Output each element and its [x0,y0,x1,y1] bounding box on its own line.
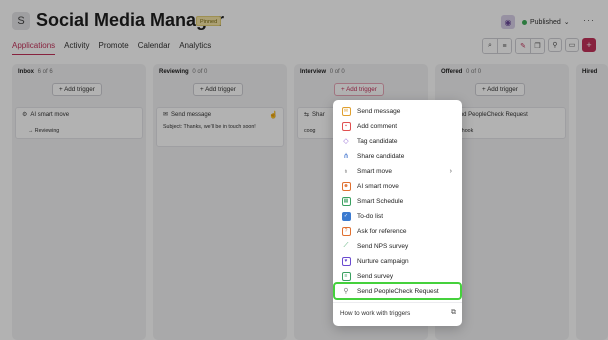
calendar-icon: ▦ [341,196,351,206]
heart-icon: ♥ [341,256,351,266]
menu-item-label: Send survey [357,272,394,280]
menu-item-smart-move[interactable]: ♁ Smart move › [335,164,460,178]
modal-backdrop[interactable] [0,0,608,340]
menu-item-label: Smart move [357,167,393,175]
menu-item-label: Smart Schedule [357,197,404,205]
help-link[interactable]: How to work with triggers ⧉ [340,309,456,317]
chevron-right-icon: › [449,167,452,175]
question-icon: ? [341,226,351,236]
menu-item-share-candidate[interactable]: ⋔ Share candidate [335,149,460,163]
menu-item-label: Nurture campaign [357,257,409,265]
external-link-icon: ⧉ [451,309,456,316]
envelope-icon: ✉ [341,106,351,116]
bulb-icon: ♁ [343,167,349,175]
menu-item-send-peoplecheck-request[interactable]: ⚲ Send PeopleCheck Request [333,282,462,300]
help-link-label: How to work with triggers [340,309,411,317]
menu-item-smart-schedule[interactable]: ▦ Smart Schedule [335,194,460,208]
menu-item-send-survey[interactable]: ≡ Send survey [335,269,460,283]
menu-item-label: Share candidate [357,152,405,160]
menu-item-label: Send message [357,107,401,115]
checkbox-icon: ✓ [341,211,351,221]
tag-icon: ◇ [343,138,349,145]
menu-item-label: Send NPS survey [357,242,409,250]
robot-icon: ☻ [341,181,351,191]
menu-item-tag-candidate[interactable]: ◇ Tag candidate [335,134,460,148]
add-trigger-menu: ✉ Send message ▪ Add comment ◇ Tag candi… [333,100,462,326]
menu-item-add-comment[interactable]: ▪ Add comment [335,119,460,133]
menu-divider [333,302,462,303]
menu-item-label: AI smart move [357,182,399,190]
menu-item-send-nps-survey[interactable]: ⟋ Send NPS survey [335,239,460,253]
menu-item-ask-for-reference[interactable]: ? Ask for reference [335,224,460,238]
menu-item-nurture-campaign[interactable]: ♥ Nurture campaign [335,254,460,268]
menu-item-label: Add comment [357,122,398,130]
chart-icon: ⟋ [343,242,349,249]
share-icon: ⋔ [343,153,349,160]
menu-item-label: Send PeopleCheck Request [357,287,439,295]
comment-icon: ▪ [341,121,351,131]
menu-item-label: Tag candidate [357,137,398,145]
menu-item-send-message[interactable]: ✉ Send message [335,104,460,118]
menu-item-todo-list[interactable]: ✓ To-do list [335,209,460,223]
menu-item-label: Ask for reference [357,227,407,235]
menu-item-ai-smart-move[interactable]: ☻ AI smart move [335,179,460,193]
menu-item-label: To-do list [357,212,384,220]
list-icon: ≡ [341,271,351,281]
webhook-icon: ⚲ [343,288,349,295]
